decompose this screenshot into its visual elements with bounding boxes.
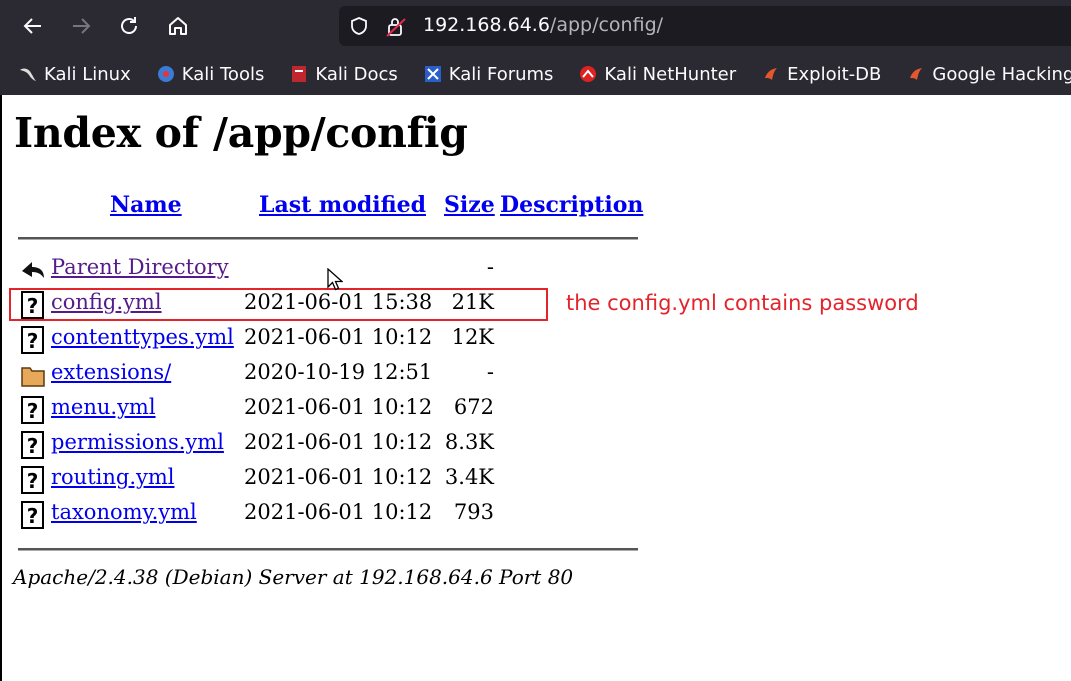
unknown-file-icon: ? bbox=[21, 466, 44, 494]
row-date: 2021-06-01 10:12 bbox=[244, 395, 433, 419]
unknown-file-icon: ? bbox=[21, 396, 44, 424]
kali-docs-icon bbox=[289, 64, 309, 84]
unknown-file-icon: ? bbox=[21, 326, 44, 354]
google-hacking-db-icon bbox=[906, 64, 926, 84]
file-link-taxonomy-yml[interactable]: taxonomy.yml bbox=[51, 500, 197, 524]
svg-text:?: ? bbox=[27, 329, 39, 353]
table-row: ? menu.yml 2021-06-01 10:12 672 bbox=[18, 393, 638, 427]
row-size: 672 bbox=[453, 395, 494, 419]
row-date: 2021-06-01 10:12 bbox=[244, 430, 433, 454]
bookmark-kali-forums[interactable]: Kali Forums bbox=[405, 64, 561, 85]
row-date: 2021-06-01 10:12 bbox=[244, 465, 433, 489]
sort-by-name-link[interactable]: Name bbox=[110, 192, 182, 218]
row-size: 12K bbox=[451, 325, 494, 349]
reload-icon bbox=[121, 17, 137, 34]
row-size: 3.4K bbox=[444, 465, 494, 489]
file-link-routing-yml[interactable]: routing.yml bbox=[51, 465, 175, 489]
table-row: extensions/ 2020-10-19 12:51 - bbox=[18, 358, 638, 392]
row-size: - bbox=[486, 255, 494, 279]
bookmark-kali-docs[interactable]: Kali Docs bbox=[271, 64, 404, 85]
reload-button[interactable] bbox=[112, 9, 146, 43]
shield-icon[interactable] bbox=[349, 16, 369, 36]
folder-icon bbox=[21, 367, 45, 387]
back-button[interactable] bbox=[16, 9, 50, 43]
row-date: 2020-10-19 12:51 bbox=[244, 360, 433, 384]
row-size: 8.3K bbox=[444, 430, 494, 454]
kali-tools-icon bbox=[156, 64, 176, 84]
sort-by-description-link[interactable]: Description bbox=[500, 192, 643, 218]
exploit-db-icon bbox=[761, 64, 781, 84]
table-row: ? contenttypes.yml 2021-06-01 10:12 12K bbox=[18, 323, 638, 357]
row-size: - bbox=[486, 360, 494, 384]
bookmark-label: Kali Tools bbox=[181, 63, 265, 85]
arrow-right-icon bbox=[73, 18, 91, 34]
annotation-text: the config.yml contains password bbox=[566, 291, 919, 315]
svg-text:?: ? bbox=[27, 504, 39, 528]
table-row: ? routing.yml 2021-06-01 10:12 3.4K bbox=[18, 463, 638, 497]
server-signature: Apache/2.4.38 (Debian) Server at 192.168… bbox=[13, 565, 574, 589]
home-button[interactable] bbox=[161, 9, 195, 43]
arrow-left-icon bbox=[23, 18, 41, 34]
bookmark-label: Kali Linux bbox=[44, 63, 131, 85]
bookmark-kali-tools[interactable]: Kali Tools bbox=[138, 64, 272, 85]
insecure-lock-icon[interactable] bbox=[385, 16, 407, 38]
row-date: 2021-06-01 10:12 bbox=[244, 325, 433, 349]
kali-nethunter-icon bbox=[578, 64, 598, 84]
bookmark-label: Exploit-DB bbox=[787, 63, 882, 85]
bookmark-kali-linux[interactable]: Kali Linux bbox=[0, 64, 138, 85]
unknown-file-icon: ? bbox=[21, 501, 44, 529]
url-path: /app/config/ bbox=[549, 14, 664, 36]
page-content: Index of /app/config Name Last modified … bbox=[0, 95, 1071, 681]
bookmark-exploit-db[interactable]: Exploit-DB bbox=[743, 64, 888, 85]
bookmark-label: Kali Docs bbox=[315, 63, 398, 85]
row-size: 793 bbox=[453, 500, 494, 524]
bookmark-label: Google Hacking DB bbox=[932, 63, 1071, 85]
svg-text:?: ? bbox=[27, 434, 39, 458]
browser-chrome: 192.168.64.6/app/config/ Kali Linux Kali… bbox=[0, 0, 1071, 95]
sort-by-last-modified-link[interactable]: Last modified bbox=[259, 192, 426, 218]
file-link-contenttypes-yml[interactable]: contenttypes.yml bbox=[51, 325, 234, 349]
file-link-permissions-yml[interactable]: permissions.yml bbox=[51, 430, 224, 454]
svg-text:?: ? bbox=[27, 399, 39, 423]
table-row: ? taxonomy.yml 2021-06-01 10:12 793 bbox=[18, 498, 638, 532]
kali-dragon-icon bbox=[18, 64, 38, 84]
mouse-cursor-icon bbox=[327, 268, 343, 291]
row-date: 2021-06-01 10:12 bbox=[244, 500, 433, 524]
forward-button[interactable] bbox=[64, 9, 98, 43]
annotation-highlight-box bbox=[9, 288, 548, 321]
url-host: 192.168.64.6 bbox=[423, 14, 550, 36]
table-row: ? permissions.yml 2021-06-01 10:12 8.3K bbox=[18, 428, 638, 462]
url-text[interactable]: 192.168.64.6/app/config/ bbox=[423, 14, 663, 36]
divider bbox=[18, 237, 638, 240]
back-arrow-icon bbox=[22, 262, 44, 278]
home-icon bbox=[169, 17, 187, 35]
unknown-file-icon: ? bbox=[21, 431, 44, 459]
divider bbox=[18, 548, 638, 551]
bookmark-kali-nethunter[interactable]: Kali NetHunter bbox=[560, 64, 743, 85]
svg-text:?: ? bbox=[27, 469, 39, 493]
kali-forums-icon bbox=[423, 64, 443, 84]
file-link-parent-directory[interactable]: Parent Directory bbox=[51, 255, 229, 279]
file-link-extensions[interactable]: extensions/ bbox=[51, 360, 171, 384]
file-link-menu-yml[interactable]: menu.yml bbox=[51, 395, 156, 419]
bookmark-label: Kali Forums bbox=[448, 63, 554, 85]
address-bar[interactable]: 192.168.64.6/app/config/ bbox=[339, 6, 1071, 46]
bookmarks-toolbar: Kali Linux Kali Tools Kali Docs Kali For… bbox=[0, 58, 1071, 90]
bookmark-google-hacking-db[interactable]: Google Hacking DB bbox=[888, 64, 1071, 85]
sort-by-size-link[interactable]: Size bbox=[444, 192, 495, 218]
bookmark-label: Kali NetHunter bbox=[604, 63, 737, 85]
page-title: Index of /app/config bbox=[14, 109, 468, 157]
